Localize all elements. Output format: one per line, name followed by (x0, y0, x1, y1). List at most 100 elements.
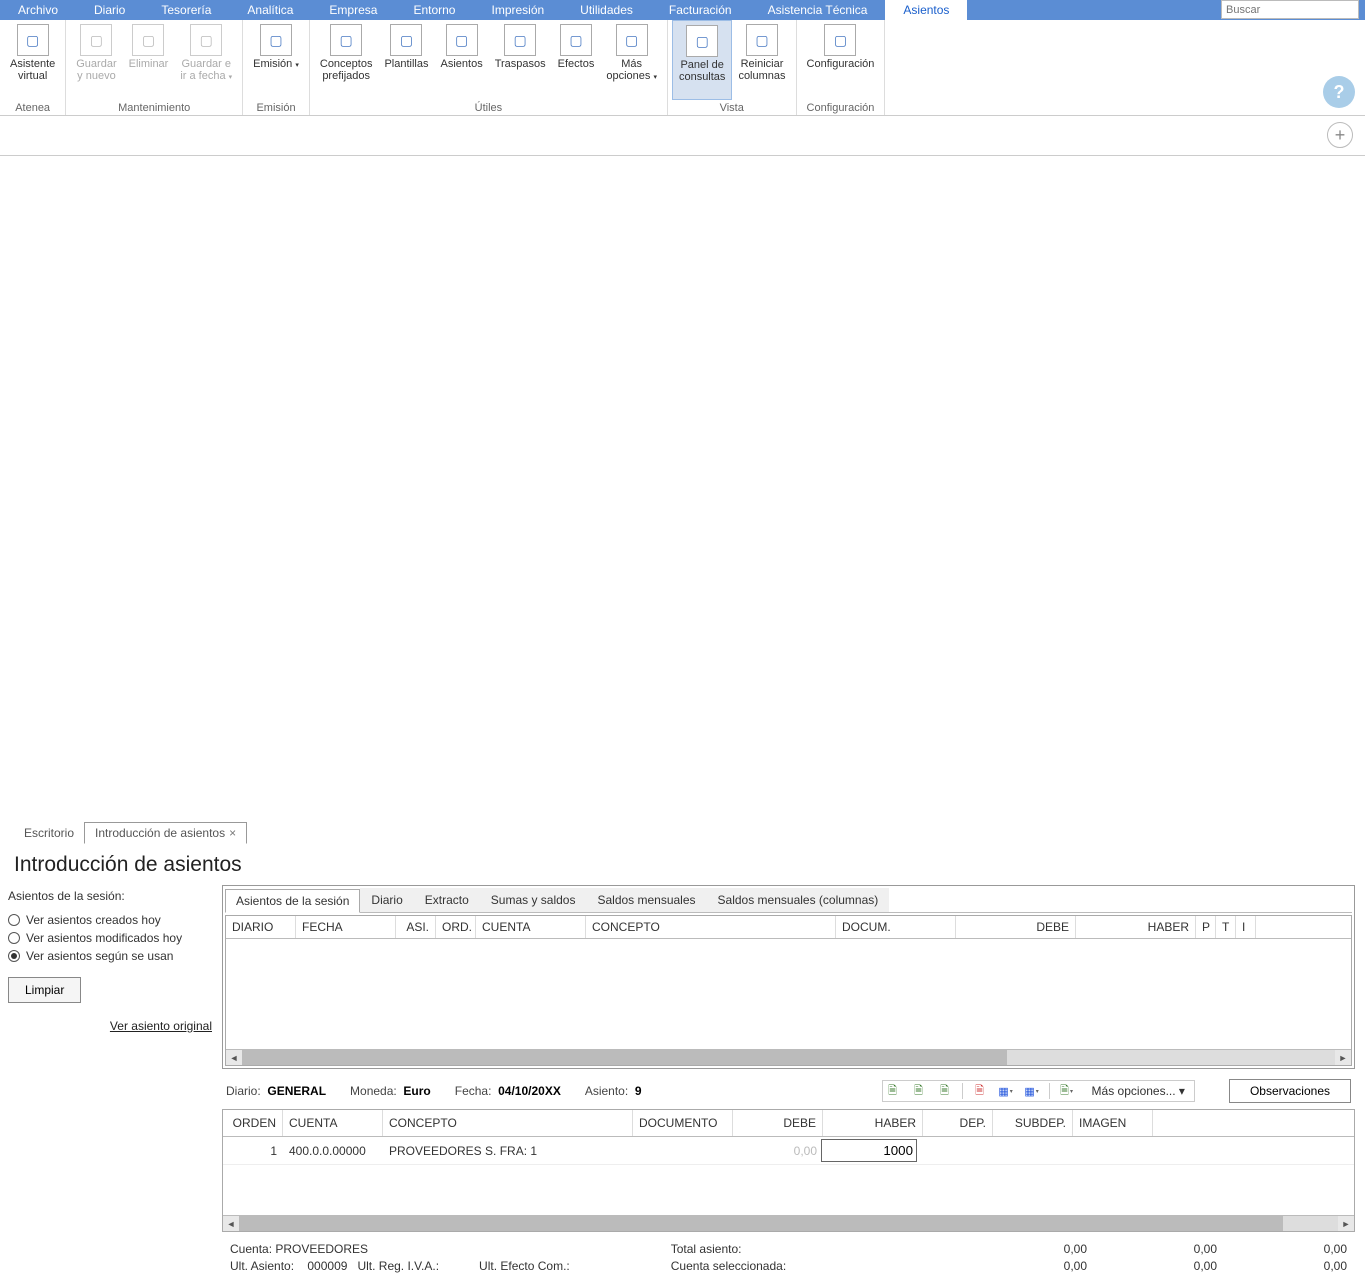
grid-col-header[interactable]: DEBE (956, 916, 1076, 938)
diario-value: GENERAL (267, 1084, 326, 1098)
guardar-fecha-icon: ▢ (190, 24, 222, 56)
doc-tab[interactable]: Introducción de asientos× (84, 822, 247, 844)
haber-input[interactable] (821, 1139, 917, 1162)
doc-up-icon[interactable]: 🗎 (910, 1082, 928, 1100)
grid-col-header[interactable]: T (1216, 916, 1236, 938)
ribbon-asistente[interactable]: ▢Asistentevirtual (4, 20, 61, 100)
ribbon-emision[interactable]: ▢Emisión ▾ (247, 20, 305, 100)
close-icon[interactable]: × (229, 826, 236, 840)
eliminar-icon: ▢ (132, 24, 164, 56)
entry-col-header[interactable]: DOCUMENTO (633, 1110, 733, 1136)
menu-asientos[interactable]: Asientos (885, 0, 967, 20)
radio-option[interactable]: Ver asientos creados hoy (8, 913, 212, 927)
doc-delete-icon[interactable]: 🗎 (971, 1082, 989, 1100)
scroll-right-icon[interactable]: ► (1335, 1050, 1351, 1065)
more-options-dropdown[interactable]: Más opciones... ▾ (1084, 1084, 1193, 1098)
subtab[interactable]: Extracto (414, 888, 480, 912)
add-tab-icon[interactable]: + (1327, 122, 1353, 148)
menu-impresión[interactable]: Impresión (473, 0, 562, 20)
entry-col-header[interactable]: HABER (823, 1110, 923, 1136)
footer-ultefecto-label: Ult. Efecto Com.: (479, 1259, 570, 1273)
ribbon: ▢AsistentevirtualAtenea▢Guardary nuevo▢E… (0, 20, 1365, 116)
radio-option[interactable]: Ver asientos según se usan (8, 949, 212, 963)
entry-col-header[interactable]: CONCEPTO (383, 1110, 633, 1136)
subtab[interactable]: Saldos mensuales (columnas) (707, 888, 890, 912)
grid-col-header[interactable]: ORD. (436, 916, 476, 938)
view-original-link[interactable]: Ver asiento original (110, 1019, 212, 1033)
menu-tesorería[interactable]: Tesorería (143, 0, 229, 20)
ribbon-reiniciar[interactable]: ▢Reiniciarcolumnas (732, 20, 791, 100)
grid-col-header[interactable]: HABER (1076, 916, 1196, 938)
search-box (1221, 0, 1359, 19)
menu-empresa[interactable]: Empresa (311, 0, 395, 20)
ribbon-conceptos[interactable]: ▢Conceptosprefijados (314, 20, 379, 100)
doc-add-icon[interactable]: 🗎 (884, 1082, 902, 1100)
ribbon-plantillas[interactable]: ▢Plantillas (378, 20, 434, 100)
ribbon-efectos[interactable]: ▢Efectos (552, 20, 601, 100)
doc-down-icon[interactable]: 🗎 (936, 1082, 954, 1100)
toolbar-icons: 🗎 🗎 🗎 🗎 ▦▾ ▦▾ 🗎▾ Más opciones... ▾ (882, 1080, 1195, 1102)
entry-col-header[interactable]: DEP. (923, 1110, 993, 1136)
subtab[interactable]: Asientos de la sesión (225, 889, 360, 913)
grid-col-header[interactable]: CUENTA (476, 916, 586, 938)
observations-button[interactable]: Observaciones (1229, 1079, 1351, 1103)
ribbon-group-label: Mantenimiento (70, 100, 238, 117)
subtab[interactable]: Diario (360, 888, 413, 912)
grid-col-header[interactable]: DIARIO (226, 916, 296, 938)
entry-col-header[interactable]: DEBE (733, 1110, 823, 1136)
ribbon-asientos[interactable]: ▢Asientos (435, 20, 489, 100)
asiento-label: Asiento: (585, 1084, 628, 1098)
help-icon[interactable]: ? (1323, 76, 1355, 108)
scroll-left-icon[interactable]: ◄ (226, 1050, 242, 1065)
menu-entorno[interactable]: Entorno (395, 0, 473, 20)
ribbon-guardar-nuevo: ▢Guardary nuevo (70, 20, 122, 100)
menu-asistencia técnica[interactable]: Asistencia Técnica (750, 0, 886, 20)
session-grid: DIARIOFECHAASI.ORD.CUENTACONCEPTODOCUM.D… (225, 915, 1352, 1066)
moneda-label: Moneda: (350, 1084, 397, 1098)
menu-archivo[interactable]: Archivo (0, 0, 76, 20)
ribbon-traspasos[interactable]: ▢Traspasos (489, 20, 552, 100)
entry-h-scrollbar[interactable]: ◄ ► (223, 1215, 1354, 1231)
calendar-icon[interactable]: ▦▾ (997, 1082, 1015, 1100)
footer-cuenta-label: Cuenta: (230, 1242, 272, 1256)
search-input[interactable] (1221, 0, 1359, 19)
scroll-left-icon[interactable]: ◄ (223, 1216, 239, 1231)
ribbon-group-label: Emisión (247, 100, 305, 117)
h-scrollbar[interactable]: ◄ ► (226, 1049, 1351, 1065)
entry-col-header[interactable]: SUBDEP. (993, 1110, 1073, 1136)
ribbon-panel-consultas[interactable]: ▢Panel deconsultas (672, 20, 732, 100)
subtab[interactable]: Sumas y saldos (480, 888, 587, 912)
footer-ultasiento-label: Ult. Asiento: (230, 1259, 294, 1273)
menu-analítica[interactable]: Analítica (229, 0, 311, 20)
subtab[interactable]: Saldos mensuales (586, 888, 706, 912)
entry-col-header[interactable]: IMAGEN (1073, 1110, 1153, 1136)
asiento-value: 9 (635, 1084, 642, 1098)
grid-col-header[interactable]: ASI. (396, 916, 436, 938)
menu-facturación[interactable]: Facturación (651, 0, 750, 20)
sidebar-title: Asientos de la sesión: (8, 889, 212, 903)
entry-row[interactable]: 1 400.0.0.00000 PROVEEDORES S. FRA: 1 0,… (223, 1137, 1354, 1165)
page-title: Introducción de asientos (0, 843, 1365, 879)
radio-option[interactable]: Ver asientos modificados hoy (8, 931, 212, 945)
radio-icon (8, 914, 20, 926)
menu-utilidades[interactable]: Utilidades (562, 0, 651, 20)
grid-col-header[interactable]: FECHA (296, 916, 396, 938)
entry-col-header[interactable]: CUENTA (283, 1110, 383, 1136)
scroll-right-icon[interactable]: ► (1338, 1216, 1354, 1231)
footer-val: 0,00 (1257, 1242, 1347, 1256)
clear-button[interactable]: Limpiar (8, 977, 81, 1003)
doc-tab[interactable]: Escritorio (14, 823, 84, 843)
cell-cuenta: 400.0.0.00000 (283, 1140, 383, 1162)
grid-col-header[interactable]: P (1196, 916, 1216, 938)
doc-extra-icon[interactable]: 🗎▾ (1058, 1082, 1076, 1100)
menu-diario[interactable]: Diario (76, 0, 143, 20)
grid-col-header[interactable]: DOCUM. (836, 916, 956, 938)
radio-label: Ver asientos según se usan (26, 949, 173, 963)
guardar-nuevo-icon: ▢ (80, 24, 112, 56)
grid-col-header[interactable]: I (1236, 916, 1256, 938)
ribbon-mas-opciones[interactable]: ▢Másopciones ▾ (600, 20, 663, 100)
grid-col-header[interactable]: CONCEPTO (586, 916, 836, 938)
ribbon-config[interactable]: ▢Configuración (801, 20, 881, 100)
grid-icon[interactable]: ▦▾ (1023, 1082, 1041, 1100)
entry-col-header[interactable]: ORDEN (223, 1110, 283, 1136)
